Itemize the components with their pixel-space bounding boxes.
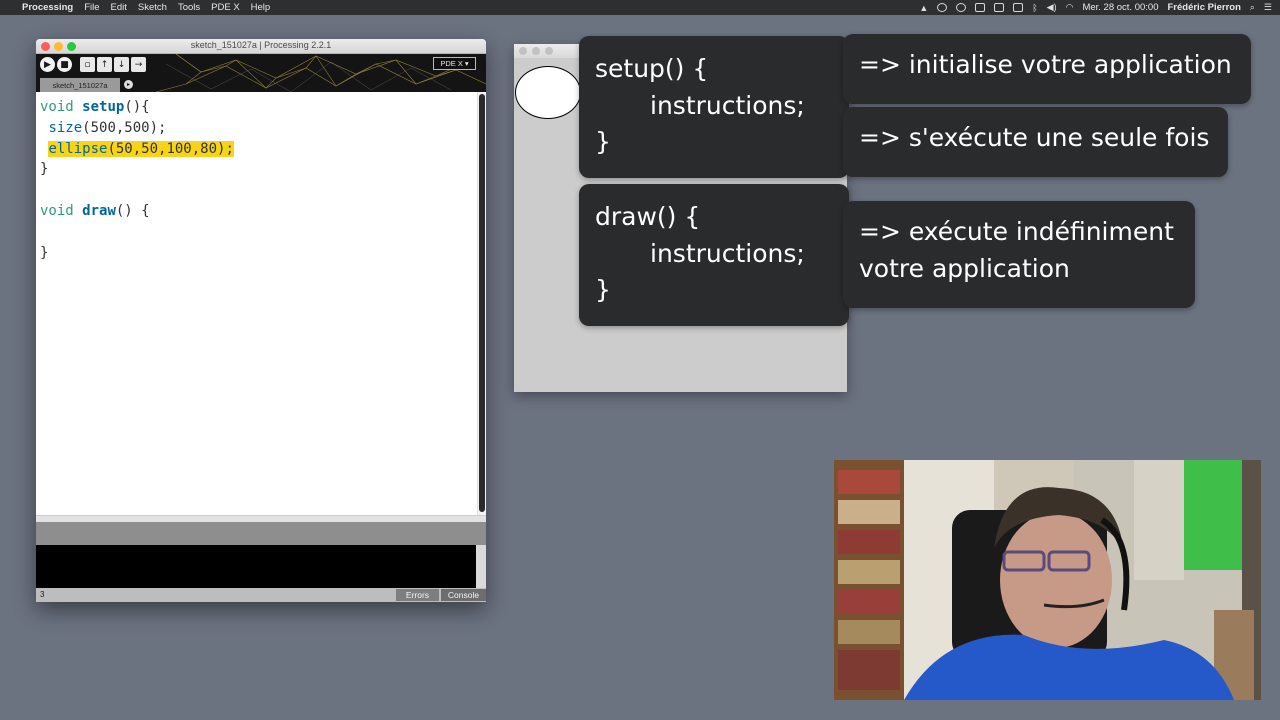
tab-sketch[interactable]: sketch_151027a: [40, 78, 120, 92]
editor-scroll-thumb[interactable]: [479, 94, 485, 512]
draw-line-2: instructions;: [650, 238, 805, 268]
spotlight-icon[interactable]: ⌕: [1250, 2, 1255, 13]
editor-scrollbar[interactable]: [477, 92, 486, 550]
notification-center-icon[interactable]: ☰: [1264, 2, 1272, 13]
tab-menu-arrow-icon[interactable]: ▸: [124, 80, 133, 89]
export-button[interactable]: →: [131, 57, 146, 72]
code-line-1: void setup(){: [40, 99, 150, 115]
wifi-icon[interactable]: ◠: [1066, 2, 1074, 13]
tab-row: sketch_151027a ▸: [36, 77, 486, 92]
editor-console-splitter[interactable]: [36, 515, 486, 522]
menu-file[interactable]: File: [84, 2, 99, 13]
setup-note-1: => initialise votre application: [843, 34, 1251, 104]
new-button[interactable]: ▫: [80, 57, 95, 72]
code-line-4: }: [40, 161, 49, 178]
clock[interactable]: Mer. 28 oct. 00:00: [1082, 2, 1158, 13]
code-line-6: void draw() {: [40, 202, 150, 219]
menu-help[interactable]: Help: [251, 2, 271, 13]
code-line-3: ellipse(50,50,100,80);: [48, 140, 234, 157]
ide-titlebar[interactable]: sketch_151027a | Processing 2.2.1: [36, 39, 486, 54]
creative-cloud-icon[interactable]: [956, 3, 967, 12]
menu-pdex[interactable]: PDE X: [211, 2, 240, 13]
draw-line-1: draw() {: [595, 202, 701, 231]
menu-app-name[interactable]: Processing: [22, 2, 73, 13]
mode-selector[interactable]: PDE X ▾: [433, 57, 476, 70]
draw-code-box: draw() { instructions; }: [579, 184, 849, 326]
drawn-ellipse: [515, 66, 581, 119]
console-output[interactable]: [36, 545, 486, 588]
setup-note-1-text: => initialise votre application: [859, 50, 1232, 79]
status-bar: [36, 522, 486, 545]
errors-tab[interactable]: Errors: [396, 589, 439, 601]
console-tab[interactable]: Console: [441, 589, 486, 601]
status-area: ▲ ᛒ ◀) ◠ Mer. 28 oct. 00:00 Frédéric Pie…: [919, 2, 1272, 13]
ide-title: sketch_151027a | Processing 2.2.1: [190, 40, 332, 50]
code-line-8: }: [40, 244, 49, 261]
draw-note-line-2: votre application: [859, 253, 1070, 283]
stop-button[interactable]: ■: [57, 57, 72, 72]
menu-edit[interactable]: Edit: [111, 2, 127, 13]
setup-line-2: instructions;: [650, 90, 805, 120]
menu-tools[interactable]: Tools: [178, 2, 200, 13]
webcam-feed: [834, 460, 1261, 700]
volume-icon[interactable]: ◀): [1047, 2, 1057, 13]
draw-note: => exécute indéfiniment votre applicatio…: [843, 201, 1195, 308]
airplay-icon[interactable]: [1013, 3, 1024, 12]
menu-sketch[interactable]: Sketch: [138, 2, 167, 13]
webcam-image: [834, 460, 1261, 700]
upload-icon[interactable]: ▲: [919, 3, 928, 13]
run-button[interactable]: ▶: [40, 57, 55, 72]
setup-note-2-text: => s'exécute une seule fois: [859, 123, 1210, 152]
processing-ide-window: sketch_151027a | Processing 2.2.1 ▶ ■ ▫ …: [36, 39, 486, 602]
setup-line-3: }: [595, 127, 611, 156]
code-area[interactable]: void setup(){ size(500,500); ellipse(50,…: [40, 97, 234, 263]
draw-note-line-1: => exécute indéfiniment: [859, 217, 1174, 246]
save-button[interactable]: ↓: [114, 57, 129, 72]
keyboard-icon[interactable]: [994, 3, 1005, 12]
ide-toolbar: ▶ ■ ▫ ↑ ↓ → PDE X ▾ sketch_151027a ▸: [36, 54, 486, 92]
menu-bar: Processing File Edit Sketch Tools PDE X …: [0, 0, 1280, 15]
open-button[interactable]: ↑: [97, 57, 112, 72]
user-name[interactable]: Frédéric Pierron: [1167, 2, 1240, 13]
bluetooth-icon[interactable]: ᛒ: [1032, 3, 1037, 13]
setup-code-box: setup() { instructions; }: [579, 36, 849, 178]
code-editor[interactable]: void setup(){ size(500,500); ellipse(50,…: [36, 92, 486, 550]
draw-line-3: }: [595, 275, 611, 304]
display-icon[interactable]: [975, 3, 986, 12]
line-number: 3: [40, 590, 45, 599]
setup-note-2: => s'exécute une seule fois: [843, 107, 1228, 177]
code-line-2: size(500,500);: [48, 119, 167, 136]
sync-icon[interactable]: [937, 3, 948, 12]
console-scrollbar[interactable]: [476, 545, 486, 588]
setup-line-1: setup() {: [595, 54, 709, 83]
ide-footer: 3 Errors Console: [36, 588, 486, 602]
